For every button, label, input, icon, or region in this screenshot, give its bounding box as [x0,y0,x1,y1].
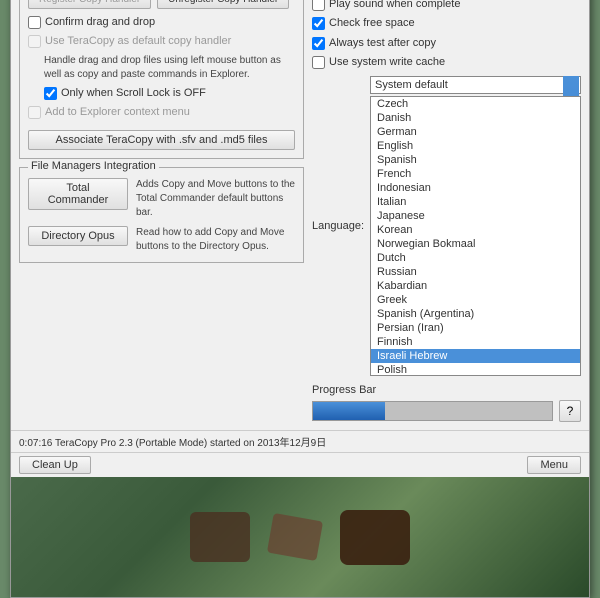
cleanup-button[interactable]: Clean Up [19,456,91,474]
check-free-space-label: Check free space [329,16,415,31]
add-explorer-label: Add to Explorer context menu [45,105,190,120]
always-test-label: Always test after copy [329,36,436,51]
lang-item-dutch[interactable]: Dutch [371,251,580,265]
play-sound-row: Play sound when complete [312,0,581,12]
lang-item-russian[interactable]: Russian [371,265,580,279]
lang-item-english[interactable]: English [371,139,580,153]
lang-item-indonesian[interactable]: Indonesian [371,181,580,195]
use-teracopy-row: Use TeraCopy as default copy handler [28,34,295,49]
language-label: Language: [312,220,364,232]
only-scroll-checkbox[interactable] [44,87,57,100]
dialog-body: Shell Integration Register Copy Handler … [11,0,589,430]
file-managers-content: Total Commander Adds Copy and Move butto… [28,178,295,254]
always-test-row: Always test after copy [312,36,581,51]
language-dropdown-list: Czech Danish German English Spanish Fren… [370,96,581,376]
directory-opus-desc: Read how to add Copy and Move buttons to… [136,226,295,254]
directory-opus-row: Directory Opus Read how to add Copy and … [28,226,295,254]
log-text: 0:07:16 TeraCopy Pro 2.3 (Portable Mode)… [19,434,326,449]
lang-item-israeli-hebrew[interactable]: Israeli Hebrew [371,349,580,363]
only-scroll-row: Only when Scroll Lock is OFF [44,86,295,101]
language-row: Language: System default ▼ Czech Danish … [312,76,581,376]
confirm-drag-label: Confirm drag and drop [45,15,155,30]
lang-item-spanish[interactable]: Spanish [371,153,580,167]
file-managers-group: File Managers Integration Total Commande… [19,167,304,263]
use-system-cache-row: Use system write cache [312,55,581,70]
image-placeholder [11,477,589,597]
total-commander-row: Total Commander Adds Copy and Move butto… [28,178,295,220]
lang-item-persian[interactable]: Persian (Iran) [371,321,580,335]
shell-integration-content: Register Copy Handler Unregister Copy Ha… [28,0,295,150]
lang-item-japanese[interactable]: Japanese [371,209,580,223]
lang-item-italian[interactable]: Italian [371,195,580,209]
confirm-drag-checkbox[interactable] [28,16,41,29]
preferences-dialog: Preferences ✕ Shell Integration Register… [10,0,590,598]
unregister-copy-handler-button[interactable]: Unregister Copy Handler [157,0,289,9]
copy-handler-row: Register Copy Handler Unregister Copy Ha… [28,0,295,9]
lang-item-korean[interactable]: Korean [371,223,580,237]
lang-item-french[interactable]: French [371,167,580,181]
only-scroll-label: Only when Scroll Lock is OFF [61,86,206,101]
lang-item-norwegian[interactable]: Norwegian Bokmaal [371,237,580,251]
lang-item-danish[interactable]: Danish [371,111,580,125]
use-teracopy-checkbox[interactable] [28,35,41,48]
menu-button[interactable]: Menu [527,456,581,474]
help-button[interactable]: ? [559,400,581,422]
right-panel: Misc Play sound when complete Check free… [312,0,581,422]
lang-item-czech[interactable]: Czech [371,97,580,111]
total-commander-desc: Adds Copy and Move buttons to the Total … [136,178,295,220]
status-bar: 0:07:16 TeraCopy Pro 2.3 (Portable Mode)… [11,430,589,452]
language-selected-value: System default [375,79,448,91]
use-system-cache-checkbox[interactable] [312,56,325,69]
play-sound-label: Play sound when complete [329,0,460,12]
lang-item-german[interactable]: German [371,125,580,139]
always-test-checkbox[interactable] [312,37,325,50]
lang-item-spanish-arg[interactable]: Spanish (Argentina) [371,307,580,321]
total-commander-button[interactable]: Total Commander [28,178,128,210]
use-teracopy-label: Use TeraCopy as default copy handler [45,34,231,49]
language-select-box[interactable]: System default ▼ [370,76,581,94]
add-explorer-row: Add to Explorer context menu [28,105,295,120]
handle-drag-text: Handle drag and drop files using left mo… [44,54,295,82]
left-panel: Shell Integration Register Copy Handler … [19,0,304,422]
directory-opus-buttons: Directory Opus [28,226,128,246]
check-free-space-checkbox[interactable] [312,17,325,30]
lang-item-greek[interactable]: Greek [371,293,580,307]
shell-integration-group: Shell Integration Register Copy Handler … [19,0,304,159]
confirm-drag-row: Confirm drag and drop [28,15,295,30]
register-copy-handler-button[interactable]: Register Copy Handler [28,0,151,9]
play-sound-checkbox[interactable] [312,0,325,11]
associate-button[interactable]: Associate TeraCopy with .sfv and .md5 fi… [28,130,295,150]
lang-item-polish[interactable]: Polish [371,363,580,376]
lang-item-kabardian[interactable]: Kabardian [371,279,580,293]
progress-bar-row: ? [312,400,581,422]
file-mgr-buttons: Total Commander [28,178,128,210]
progress-bar-preview [312,401,553,421]
language-select-container: System default ▼ Czech Danish German Eng… [370,76,581,376]
image-section [11,477,589,597]
bottom-bar: Clean Up Menu [11,452,589,477]
progress-bar-fill [313,402,385,420]
file-managers-title: File Managers Integration [28,160,159,172]
lang-item-finnish[interactable]: Finnish [371,335,580,349]
directory-opus-button[interactable]: Directory Opus [28,226,128,246]
use-system-cache-label: Use system write cache [329,55,445,70]
add-explorer-checkbox[interactable] [28,106,41,119]
progress-bar-label: Progress Bar [312,384,581,396]
check-free-space-row: Check free space [312,16,581,31]
